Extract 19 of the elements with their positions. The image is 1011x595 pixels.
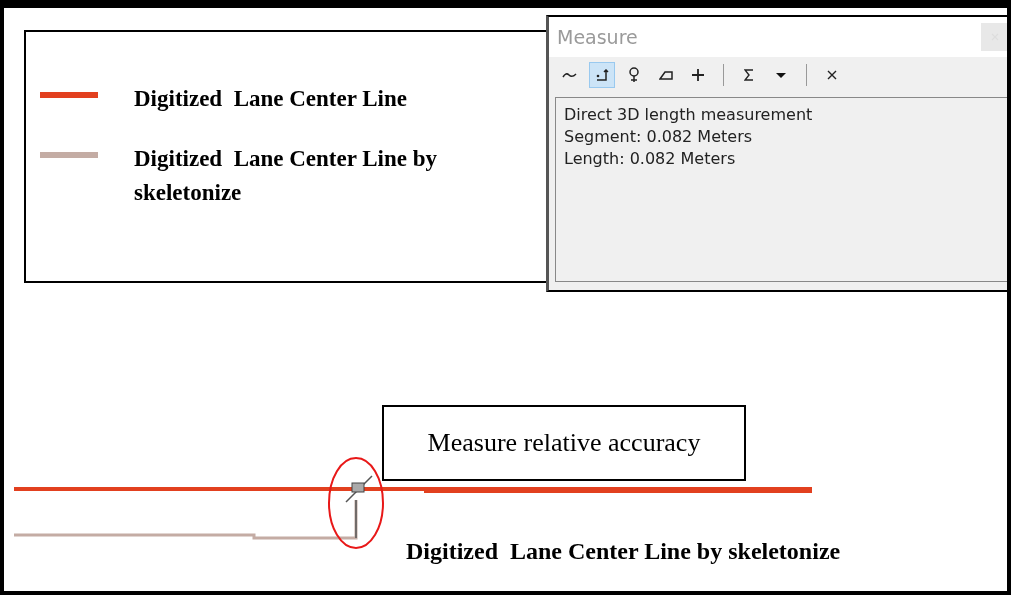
vertex-marker: [351, 482, 365, 493]
area-icon: [659, 70, 673, 80]
legend-label: Digitized Lane Center Line: [134, 85, 408, 113]
line-icon: [562, 71, 578, 79]
callout-box: Measure relative accuracy: [382, 405, 746, 481]
measure-line: [345, 475, 373, 539]
feature-icon: [595, 69, 609, 81]
window-title: Measure: [557, 26, 638, 48]
sigma-icon: [744, 69, 754, 81]
clear-icon: [827, 70, 837, 80]
dropdown-icon: [776, 72, 786, 78]
result-text: Direct 3D length measurement: [564, 104, 814, 126]
result-text: Segment: 0.082 Meters: [564, 126, 754, 148]
tool-button[interactable]: [589, 62, 615, 88]
plus-icon: [692, 69, 704, 81]
result-text: Length: 0.082 Meters: [564, 148, 737, 170]
map-label: Digitized Lane Center Line by skeletonize: [406, 538, 841, 565]
pin-icon: [629, 67, 639, 83]
legend-label: Digitized Lane Center Line by skeletonize: [134, 145, 439, 207]
